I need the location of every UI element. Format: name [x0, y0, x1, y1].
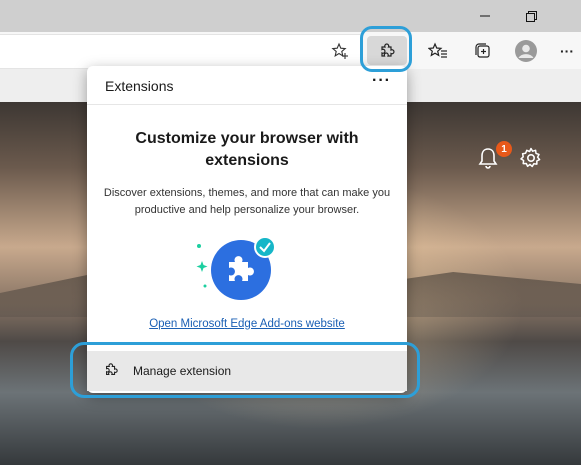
popup-headline: Customize your browser with extensions — [135, 130, 359, 169]
avatar-icon — [515, 39, 537, 62]
restore-icon — [525, 10, 537, 22]
collections-icon — [475, 42, 490, 58]
extensions-button-highlight — [360, 26, 412, 72]
puzzle-illustration — [196, 236, 276, 300]
restore-button[interactable] — [508, 0, 554, 32]
settings-button[interactable] — [518, 145, 544, 171]
notification-badge: 1 — [496, 141, 512, 157]
popup-header: Extensions ··· — [87, 66, 407, 105]
favorites-button[interactable] — [426, 32, 450, 69]
browser-toolbar: ··· — [0, 32, 581, 69]
profile-button[interactable] — [513, 32, 539, 69]
star-plus-icon — [331, 42, 348, 59]
title-bar — [0, 0, 581, 32]
addons-website-link[interactable]: Open Microsoft Edge Add-ons website — [87, 318, 407, 330]
favorites-star-icon — [428, 41, 447, 58]
address-bar[interactable] — [0, 34, 360, 69]
more-menu-button[interactable]: ··· — [556, 32, 578, 69]
add-favorite-button[interactable] — [328, 32, 352, 69]
collections-button[interactable] — [470, 32, 494, 69]
popup-title: Extensions — [105, 78, 174, 94]
bell-icon — [478, 148, 498, 169]
manage-extension-highlight — [70, 342, 420, 398]
popup-more-button[interactable]: ··· — [372, 72, 391, 90]
minimize-button[interactable] — [462, 0, 508, 32]
gear-icon — [520, 147, 541, 168]
popup-description: Discover extensions, themes, and more th… — [103, 187, 391, 216]
minimize-icon — [480, 15, 490, 17]
